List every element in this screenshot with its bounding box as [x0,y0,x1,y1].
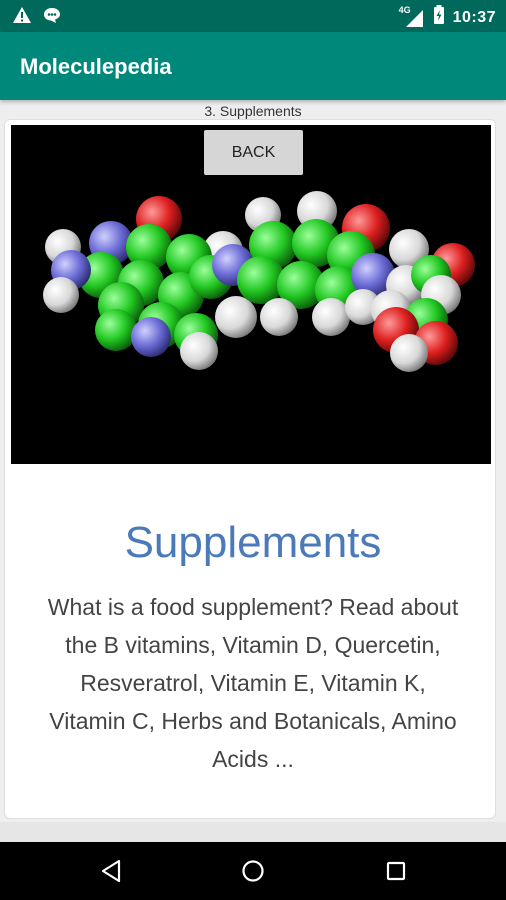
back-button[interactable]: BACK [204,130,303,175]
app-title: Moleculepedia [20,54,172,79]
battery-icon [433,5,445,30]
status-bar: 4G 10:37 [0,0,506,32]
home-icon[interactable] [239,857,267,885]
chat-icon [42,6,62,29]
recents-icon[interactable] [382,857,410,885]
topic-heading: Supplements [124,518,382,567]
signal-icon: 4G [399,5,425,28]
warning-icon [12,6,32,29]
page-label: 3. Supplements [204,103,302,119]
next-card-edge [0,822,506,842]
topic-description: What is a food supplement? Read about th… [47,594,459,772]
clock: 10:37 [452,8,496,26]
app-bar: Moleculepedia [0,32,506,100]
back-icon[interactable] [98,857,126,885]
molecule-image [11,125,491,464]
navigation-bar [0,842,506,900]
